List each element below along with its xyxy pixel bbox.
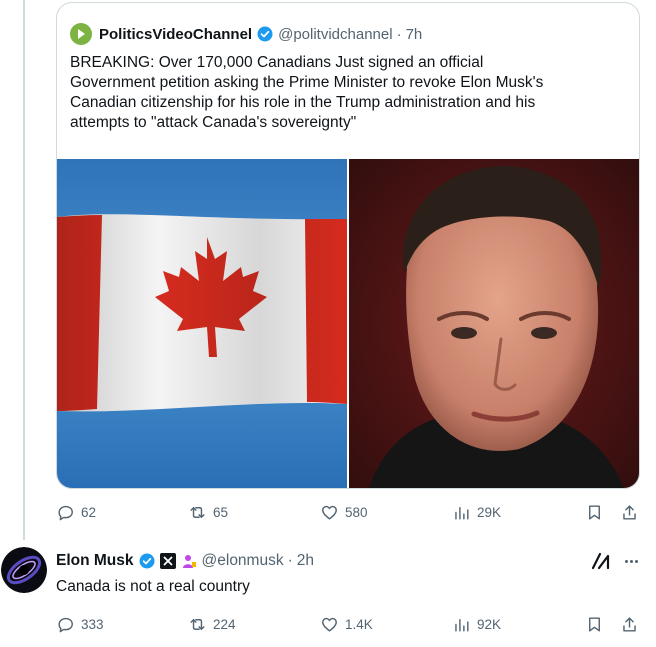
reply-handle[interactable]: @elonmusk — [202, 552, 284, 570]
like-count: 1.4K — [345, 616, 373, 632]
verified-badge-icon — [139, 553, 155, 569]
reply-icon — [58, 617, 73, 632]
bookmark-button[interactable] — [585, 503, 604, 522]
man-portrait-photo[interactable] — [349, 159, 639, 488]
repost-icon — [190, 618, 205, 630]
reply-header: Elon Musk @elonmusk · 2h — [56, 550, 314, 572]
bookmark-icon — [589, 504, 600, 520]
reply-timestamp[interactable]: 2h — [297, 552, 314, 570]
play-logo-icon — [78, 29, 85, 39]
like-button[interactable]: 580 — [320, 503, 368, 522]
reply-button[interactable]: 62 — [56, 503, 96, 522]
quoted-post-card[interactable]: PoliticsVideoChannel @politvidchannel · … — [56, 2, 640, 489]
reply-button[interactable]: 333 — [56, 615, 104, 634]
header-separator: · — [287, 552, 293, 569]
views-chart-icon — [455, 618, 469, 632]
government-badge-icon — [182, 555, 196, 568]
thread-connector-line — [23, 0, 25, 540]
reply-post-text: Canada is not a real country — [56, 578, 250, 595]
quoted-post-text: BREAKING: Over 170,000 Canadians Just si… — [70, 54, 544, 131]
header-separator: · — [396, 25, 402, 43]
bookmark-icon — [589, 616, 600, 632]
views-button[interactable]: 29K — [452, 503, 501, 522]
quoted-handle[interactable]: @politvidchannel — [278, 26, 392, 43]
reply-action-bar: 333 224 1.4K 92K — [56, 614, 640, 634]
repost-count: 224 — [213, 616, 236, 632]
reply-count: 62 — [81, 504, 97, 520]
post-action-bar: 62 65 580 29K — [56, 502, 640, 522]
repost-count: 65 — [213, 504, 229, 520]
repost-button[interactable]: 65 — [188, 503, 228, 522]
views-chart-icon — [455, 506, 469, 520]
like-button[interactable]: 1.4K — [320, 615, 373, 634]
channel-avatar[interactable] — [70, 23, 92, 45]
bookmark-button[interactable] — [585, 615, 604, 634]
heart-icon — [322, 505, 337, 520]
share-button[interactable] — [620, 503, 639, 522]
share-icon — [623, 616, 636, 632]
grok-icon[interactable] — [590, 550, 612, 572]
reply-icon — [58, 505, 73, 520]
quoted-author-name[interactable]: PoliticsVideoChannel — [99, 26, 252, 43]
quoted-timestamp[interactable]: 7h — [406, 26, 423, 43]
more-options-icon[interactable] — [620, 551, 642, 571]
avatar[interactable] — [1, 547, 47, 593]
verified-badge-icon — [257, 26, 273, 42]
views-button[interactable]: 92K — [452, 615, 501, 634]
heart-icon — [322, 617, 337, 632]
x-affiliate-badge-icon — [159, 553, 176, 569]
reply-count: 333 — [81, 616, 104, 632]
repost-button[interactable]: 224 — [188, 615, 236, 634]
views-count: 29K — [477, 504, 502, 520]
share-button[interactable] — [620, 615, 639, 634]
repost-icon — [190, 506, 205, 518]
canadian-flag-photo[interactable] — [57, 159, 347, 488]
quoted-post-header: PoliticsVideoChannel @politvidchannel · … — [70, 23, 422, 45]
like-count: 580 — [345, 504, 368, 520]
views-count: 92K — [477, 616, 502, 632]
share-icon — [623, 504, 636, 520]
reply-author-name[interactable]: Elon Musk — [56, 552, 134, 570]
quoted-media-grid — [57, 159, 639, 488]
